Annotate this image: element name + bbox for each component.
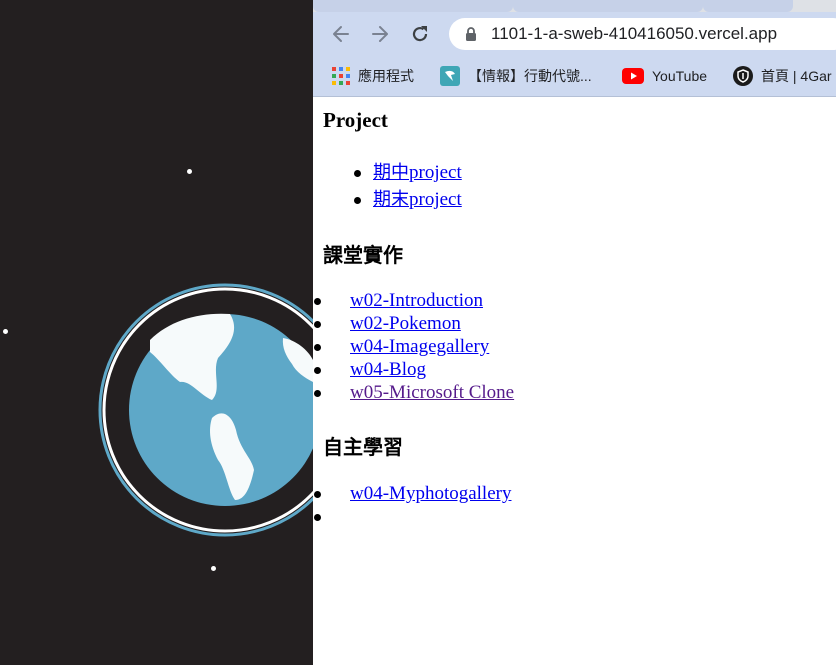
link-w04-myphotogallery[interactable]: w04-Myphotogallery bbox=[350, 483, 511, 504]
bookmarks-bar: 應用程式 【情報】行動代號... YouTube 首頁 | 4Gar bbox=[313, 56, 836, 97]
browser-toolbar: 1101-1-a-sweb-410416050.vercel.app bbox=[313, 12, 836, 56]
browser-window: 1101-1-a-sweb-410416050.vercel.app 應用程式 … bbox=[313, 0, 836, 665]
list-item: 期末project bbox=[354, 188, 462, 211]
bookmark-youtube[interactable]: YouTube bbox=[622, 65, 707, 87]
tab[interactable] bbox=[313, 0, 513, 12]
list-item: w05-Microsoft Clone bbox=[313, 381, 514, 404]
shield-icon bbox=[733, 66, 753, 86]
list-item: 期中project bbox=[354, 161, 462, 184]
bookmark-bahamut[interactable]: 【情報】行動代號... bbox=[440, 65, 592, 87]
bookmark-4gamers[interactable]: 首頁 | 4Gar bbox=[733, 65, 832, 87]
bookmark-label: 【情報】行動代號... bbox=[468, 68, 592, 84]
globe-icon bbox=[98, 283, 313, 537]
bookmark-label: 首頁 | 4Gar bbox=[761, 68, 832, 84]
class-practice-heading: 課堂實作 bbox=[323, 243, 403, 267]
link-w04-imagegallery[interactable]: w04-Imagegallery bbox=[350, 336, 489, 357]
desktop-background bbox=[0, 0, 313, 665]
bookmark-apps[interactable]: 應用程式 bbox=[332, 65, 414, 87]
reload-button[interactable] bbox=[406, 20, 434, 48]
url-text: 1101-1-a-sweb-410416050.vercel.app bbox=[491, 24, 778, 43]
list-item: w04-Myphotogallery bbox=[313, 482, 511, 505]
back-button[interactable] bbox=[327, 20, 355, 48]
page-content: Project 期中project 期末project 課堂實作 w02-Int… bbox=[313, 97, 836, 665]
self-study-list: w04-Myphotogallery bbox=[313, 482, 511, 528]
final-project-link[interactable]: 期末project bbox=[373, 189, 462, 210]
list-item: w04-Imagegallery bbox=[313, 335, 514, 358]
link-w05-microsoft-clone[interactable]: w05-Microsoft Clone bbox=[350, 382, 514, 403]
reload-icon bbox=[412, 26, 428, 42]
forward-arrow-icon bbox=[372, 26, 388, 42]
link-w02-pokemon[interactable]: w02-Pokemon bbox=[350, 313, 461, 334]
list-item: w02-Pokemon bbox=[313, 312, 514, 335]
list-item: w02-Introduction bbox=[313, 289, 514, 312]
apps-grid-icon bbox=[332, 67, 350, 85]
bookmark-label: 應用程式 bbox=[358, 68, 414, 84]
tab[interactable] bbox=[703, 0, 793, 12]
project-heading: Project bbox=[323, 108, 388, 132]
link-w04-blog[interactable]: w04-Blog bbox=[350, 359, 426, 380]
project-list: 期中project 期末project bbox=[354, 161, 462, 211]
bookmark-label: YouTube bbox=[652, 68, 708, 84]
class-practice-list: w02-Introduction w02-Pokemon w04-Imagega… bbox=[313, 289, 514, 404]
midterm-project-link[interactable]: 期中project bbox=[373, 162, 462, 183]
tab[interactable] bbox=[513, 0, 703, 12]
address-bar[interactable]: 1101-1-a-sweb-410416050.vercel.app bbox=[449, 18, 836, 50]
list-item: w04-Blog bbox=[313, 358, 514, 381]
back-arrow-icon bbox=[333, 26, 349, 42]
youtube-icon bbox=[622, 68, 644, 84]
tab-strip bbox=[313, 0, 836, 12]
forward-button[interactable] bbox=[366, 20, 394, 48]
bahamut-icon bbox=[440, 66, 460, 86]
self-study-heading: 自主學習 bbox=[323, 435, 403, 459]
lock-icon bbox=[466, 27, 476, 41]
link-w02-introduction[interactable]: w02-Introduction bbox=[350, 290, 483, 311]
list-item bbox=[313, 505, 511, 528]
